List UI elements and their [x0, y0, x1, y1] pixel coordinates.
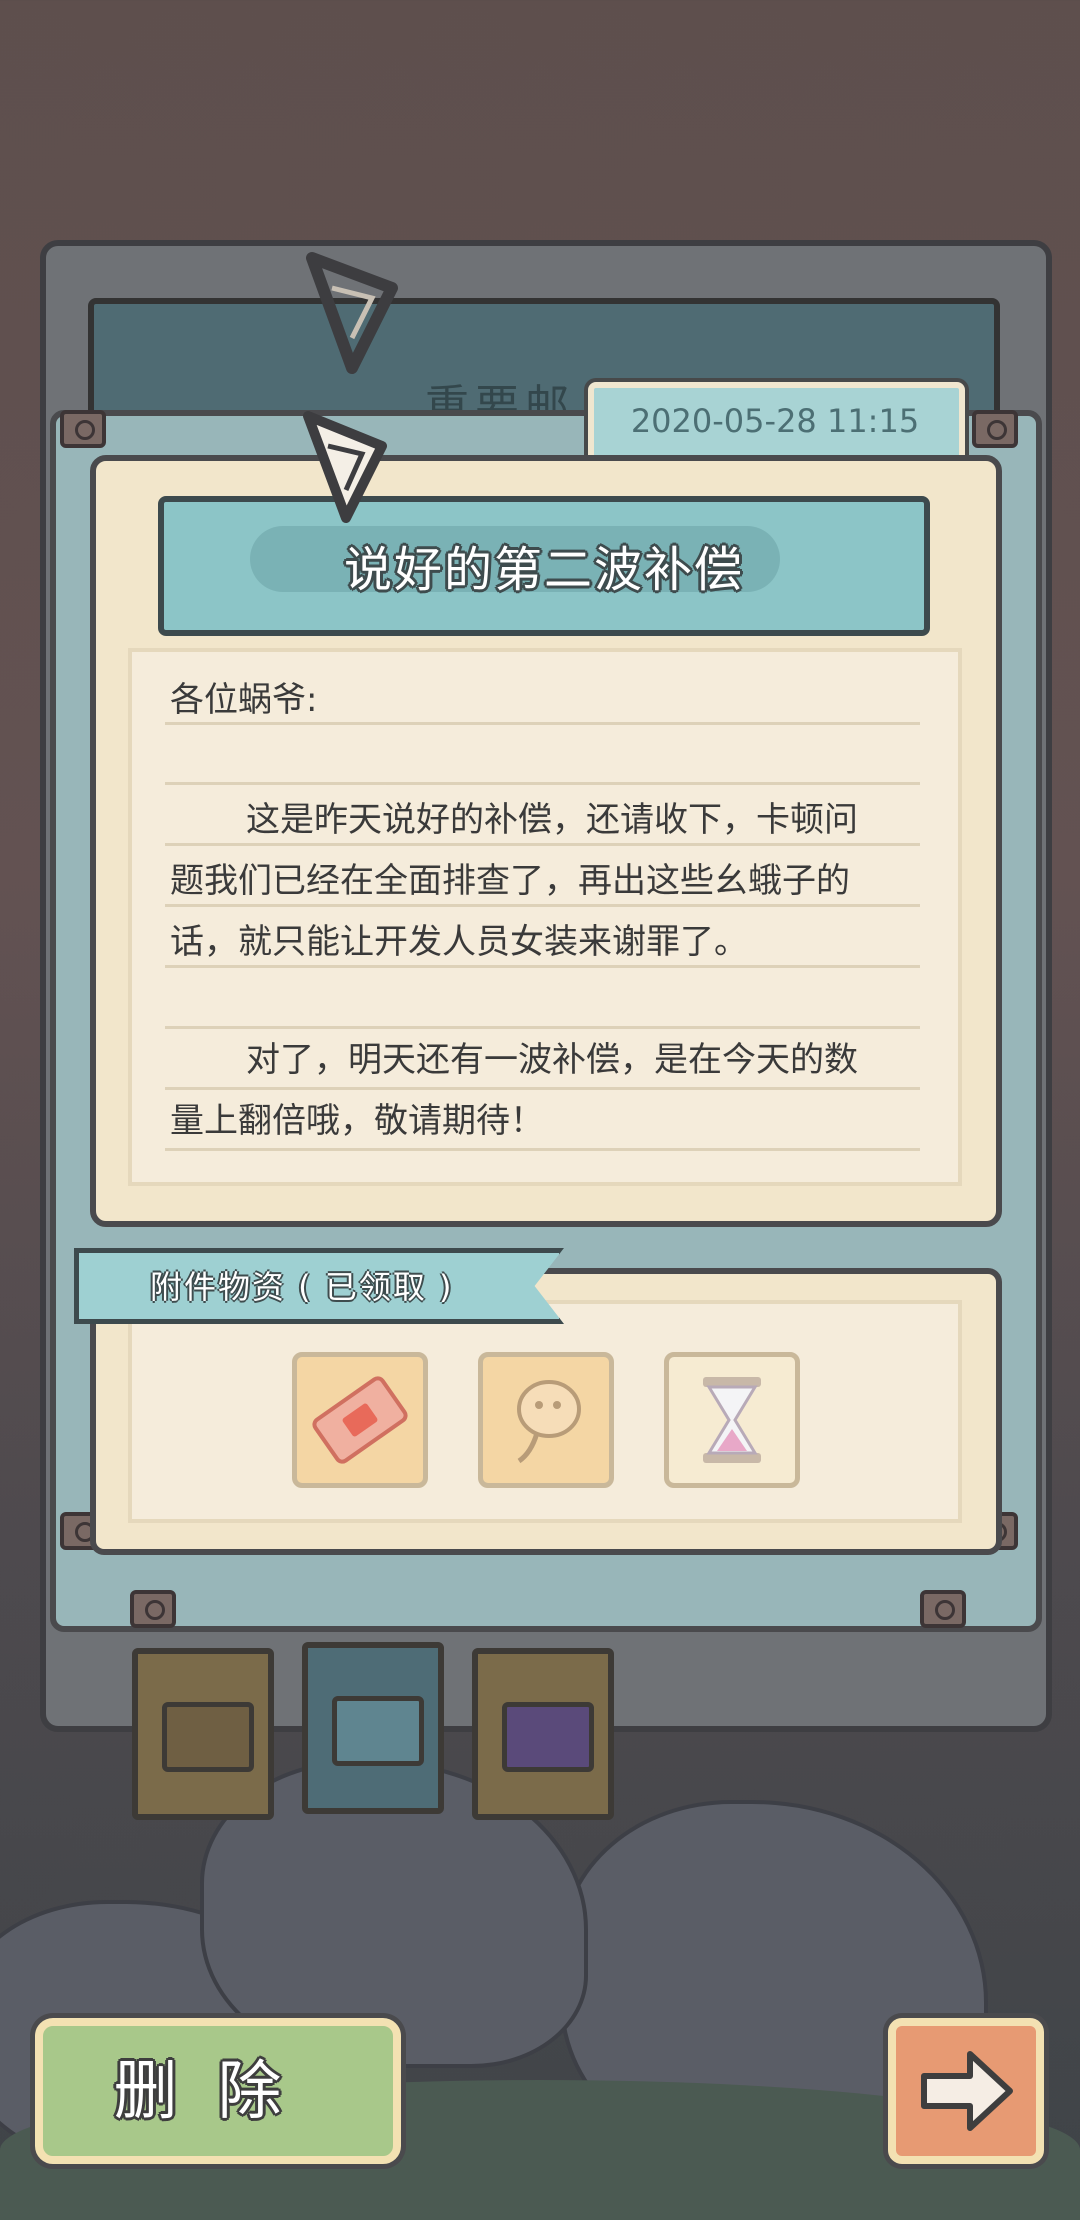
bolt-icon [920, 1590, 966, 1628]
mail-body-line: 这是昨天说好的补偿，还请收下，卡顿问 [246, 800, 858, 840]
paper-clip-icon [306, 252, 398, 374]
snail-mail-icon [332, 1696, 424, 1766]
tab-important-mail[interactable] [302, 1642, 444, 1814]
mail-body-line: 题我们已经在全面排查了，再出这些幺蛾子的 [170, 861, 850, 901]
envelope-icon [162, 1702, 254, 1772]
bolt-icon [130, 1590, 176, 1628]
bolt-icon [60, 410, 106, 448]
ruled-line [165, 782, 920, 785]
hourglass-icon [703, 1377, 761, 1463]
sign-icon [502, 1702, 594, 1772]
attachment-item-hourglass[interactable] [664, 1352, 800, 1488]
ruled-line [165, 1026, 920, 1029]
mail-body-line: 话，就只能让开发人员女装来谢罪了。 [170, 922, 748, 962]
ticket-icon [312, 1376, 408, 1464]
mail-greeting: 各位蜗爷: [170, 680, 318, 720]
attachment-item-ticket[interactable] [292, 1352, 428, 1488]
mail-date: 2020-05-28 11:15 [630, 402, 920, 440]
tadpole-icon [517, 1380, 581, 1464]
paper-clip-icon [303, 411, 387, 523]
delete-button-label: 删除 [113, 2055, 322, 2129]
tab-normal-mail[interactable] [132, 1648, 274, 1820]
bolt-icon [972, 410, 1018, 448]
next-mail-button[interactable] [888, 2018, 1044, 2164]
ruled-line [165, 722, 920, 725]
mail-body-line: 对了，明天还有一波补偿，是在今天的数 [246, 1040, 858, 1080]
attachment-item-tadpole[interactable] [478, 1352, 614, 1488]
tab-notice[interactable] [472, 1648, 614, 1820]
mail-title: 说好的第二波补偿 [343, 542, 744, 598]
mail-body-line: 量上翻倍哦，敬请期待！ [170, 1101, 544, 1141]
arrow-right-icon [921, 2051, 1013, 2131]
attachments-label: 附件物资 ( 已领取 ) [150, 1268, 454, 1306]
